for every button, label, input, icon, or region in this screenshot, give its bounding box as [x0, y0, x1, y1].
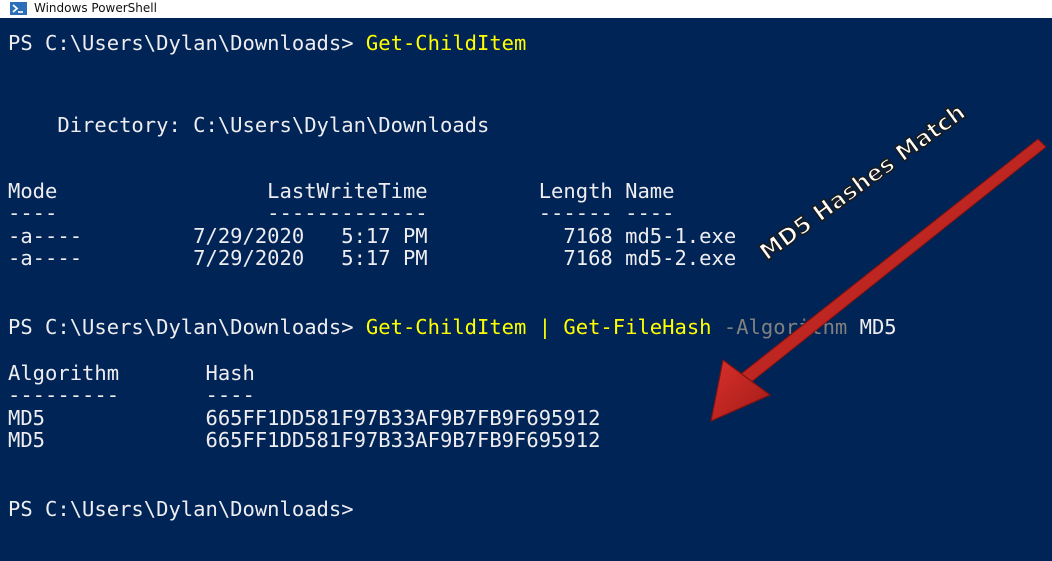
hash-table-header: Algorithm Hash — [8, 361, 255, 385]
file-row: -a---- 7/29/2020 5:17 PM 7168 md5-1.exe — [8, 224, 737, 248]
prompt: PS C:\Users\Dylan\Downloads> — [8, 315, 366, 339]
window-titlebar[interactable]: Windows PowerShell — [0, 0, 1052, 17]
algorithm-parameter: -Algorithm — [711, 315, 848, 339]
algorithm-value: MD5 — [847, 315, 897, 339]
hash-row: MD5 665FF1DD581F97B33AF9B7FB9F695912 — [8, 428, 601, 452]
prompt: PS C:\Users\Dylan\Downloads> — [8, 31, 366, 55]
powershell-icon — [10, 2, 27, 15]
pipe-operator: | — [526, 315, 564, 339]
command-get-childitem: Get-ChildItem — [365, 315, 527, 339]
window-title: Windows PowerShell — [34, 1, 157, 15]
command-get-filehash: Get-FileHash — [563, 315, 712, 339]
hash-table-underline: --------- ---- — [8, 383, 255, 407]
file-table-header: Mode LastWriteTime Length Name — [8, 179, 675, 203]
file-row: -a---- 7/29/2020 5:17 PM 7168 md5-2.exe — [8, 246, 737, 270]
final-prompt: PS C:\Users\Dylan\Downloads> — [8, 497, 354, 521]
file-table-underline: ---- ------------- ------ ---- — [8, 201, 675, 225]
directory-line: Directory: C:\Users\Dylan\Downloads — [8, 113, 490, 137]
hash-row: MD5 665FF1DD581F97B33AF9B7FB9F695912 — [8, 406, 601, 430]
command-line-2: PS C:\Users\Dylan\Downloads> Get-ChildIt… — [8, 316, 897, 338]
console-output[interactable]: PS C:\Users\Dylan\Downloads> Get-ChildIt… — [0, 18, 1052, 561]
command-get-childitem: Get-ChildItem — [365, 31, 527, 55]
command-line-1: PS C:\Users\Dylan\Downloads> Get-ChildIt… — [8, 32, 526, 54]
